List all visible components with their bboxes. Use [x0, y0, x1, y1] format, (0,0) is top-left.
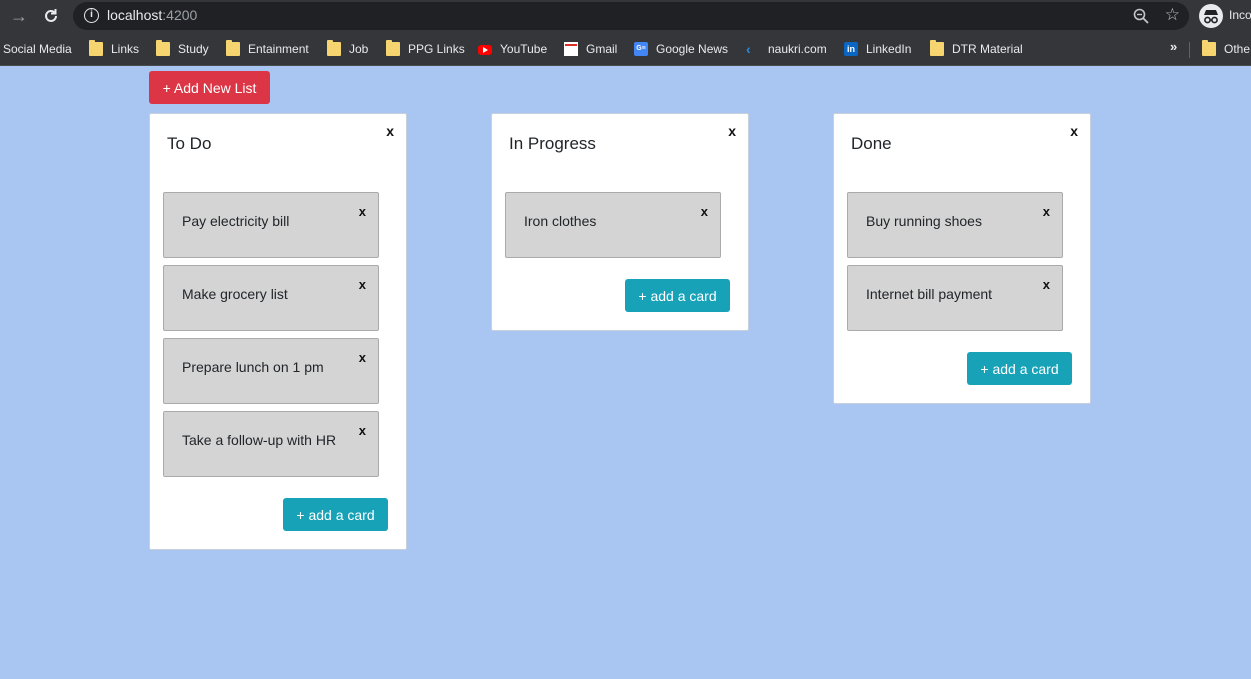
- zoom-icon[interactable]: [1133, 8, 1149, 24]
- bookmark-ppg-links[interactable]: PPG Links: [386, 39, 465, 59]
- card[interactable]: Take a follow-up with HR x: [163, 411, 379, 477]
- card[interactable]: Prepare lunch on 1 pm x: [163, 338, 379, 404]
- list-title: In Progress: [509, 134, 596, 153]
- bookmark-dtr-material[interactable]: DTR Material: [930, 39, 1023, 59]
- bookmark-label: Gmail: [586, 42, 618, 56]
- bookmark-label: Entainment: [248, 42, 309, 56]
- card[interactable]: Pay electricity bill x: [163, 192, 379, 258]
- bookmark-other-bookmarks[interactable]: Othe: [1202, 39, 1250, 59]
- reload-icon[interactable]: [40, 6, 62, 26]
- card-text: Buy running shoes: [866, 213, 982, 229]
- gmail-icon: [564, 42, 578, 56]
- folder-icon: [156, 40, 170, 56]
- google-news-icon: G≡: [634, 42, 648, 56]
- bookmark-gmail[interactable]: Gmail: [564, 39, 617, 59]
- card-text: Internet bill payment: [866, 286, 993, 302]
- url-host: localhost: [107, 7, 163, 23]
- bookmark-label: DTR Material: [952, 42, 1023, 56]
- list-to-do: To Do x Pay electricity bill x Make groc…: [149, 113, 407, 550]
- incognito-avatar-icon[interactable]: [1199, 4, 1223, 28]
- bookmark-google-news[interactable]: G≡ Google News: [634, 39, 728, 59]
- bookmark-label: Social Media: [3, 42, 72, 56]
- folder-icon: [226, 40, 240, 56]
- browser-toolbar: → i localhost:4200 ☆ Inco: [0, 0, 1251, 33]
- card-text: Pay electricity bill: [182, 213, 290, 229]
- bookmark-label: Job: [349, 42, 369, 56]
- card[interactable]: Iron clothes x: [505, 192, 721, 258]
- delete-card-button[interactable]: x: [359, 423, 366, 438]
- bookmark-label: naukri.com: [768, 42, 827, 56]
- delete-card-button[interactable]: x: [701, 204, 708, 219]
- delete-list-button[interactable]: x: [1070, 123, 1078, 139]
- folder-icon: [89, 40, 103, 56]
- forward-arrow-icon[interactable]: →: [8, 6, 30, 26]
- list-done: Done x Buy running shoes x Internet bill…: [833, 113, 1091, 404]
- bookmarks-overflow-icon[interactable]: »: [1170, 39, 1177, 54]
- bookmark-study[interactable]: Study: [156, 39, 209, 59]
- list-title: To Do: [167, 134, 212, 153]
- delete-card-button[interactable]: x: [1043, 204, 1050, 219]
- delete-list-button[interactable]: x: [728, 123, 736, 139]
- linkedin-icon: in: [844, 42, 858, 56]
- card[interactable]: Buy running shoes x: [847, 192, 1063, 258]
- bookmark-label: YouTube: [500, 42, 548, 56]
- naukri-icon: ‹: [746, 41, 751, 57]
- add-card-button[interactable]: + add a card: [283, 498, 388, 531]
- folder-icon: [327, 40, 341, 56]
- add-card-button[interactable]: + add a card: [967, 352, 1072, 385]
- url-text: localhost:4200: [107, 7, 197, 23]
- card-text: Make grocery list: [182, 286, 288, 302]
- bookmark-youtube[interactable]: YouTube: [478, 39, 547, 59]
- card-text: Prepare lunch on 1 pm: [182, 359, 324, 375]
- bookmark-entainment[interactable]: Entainment: [226, 39, 309, 59]
- bookmarks-bar: Social Media Links Study Entainment Job …: [0, 33, 1251, 66]
- bookmark-label: PPG Links: [408, 42, 465, 56]
- delete-card-button[interactable]: x: [1043, 277, 1050, 292]
- bookmark-label: Study: [178, 42, 209, 56]
- address-bar[interactable]: i localhost:4200 ☆: [73, 2, 1189, 30]
- card-text: Take a follow-up with HR: [182, 432, 337, 448]
- bookmark-job[interactable]: Job: [327, 39, 368, 59]
- card[interactable]: Make grocery list x: [163, 265, 379, 331]
- add-card-button[interactable]: + add a card: [625, 279, 730, 312]
- delete-list-button[interactable]: x: [386, 123, 394, 139]
- bookmark-label: Google News: [656, 42, 729, 56]
- folder-icon: [930, 40, 944, 56]
- delete-card-button[interactable]: x: [359, 277, 366, 292]
- card[interactable]: Internet bill payment x: [847, 265, 1063, 331]
- bookmark-social-media[interactable]: Social Media: [3, 39, 72, 59]
- bookmark-label: Links: [111, 42, 140, 56]
- list-title: Done: [851, 134, 892, 153]
- url-port: :4200: [162, 7, 198, 23]
- delete-card-button[interactable]: x: [359, 204, 366, 219]
- bookmark-naukri[interactable]: ‹ naukri.com: [746, 39, 827, 59]
- add-new-list-button[interactable]: + Add New List: [149, 71, 270, 104]
- site-info-icon[interactable]: i: [84, 8, 99, 23]
- bookmark-label: LinkedIn: [866, 42, 912, 56]
- bookmark-linkedin[interactable]: in LinkedIn: [844, 39, 911, 59]
- bookmark-links[interactable]: Links: [89, 39, 139, 59]
- bookmark-star-icon[interactable]: ☆: [1165, 5, 1180, 25]
- delete-card-button[interactable]: x: [359, 350, 366, 365]
- bookmark-label: Othe: [1224, 42, 1251, 56]
- folder-icon: [386, 40, 400, 56]
- profile-label: Inco: [1229, 8, 1251, 22]
- folder-icon: [1202, 40, 1216, 56]
- youtube-icon: [478, 45, 492, 55]
- list-in-progress: In Progress x Iron clothes x + add a car…: [491, 113, 749, 331]
- bookmarks-divider: [1189, 42, 1190, 58]
- card-text: Iron clothes: [524, 213, 597, 229]
